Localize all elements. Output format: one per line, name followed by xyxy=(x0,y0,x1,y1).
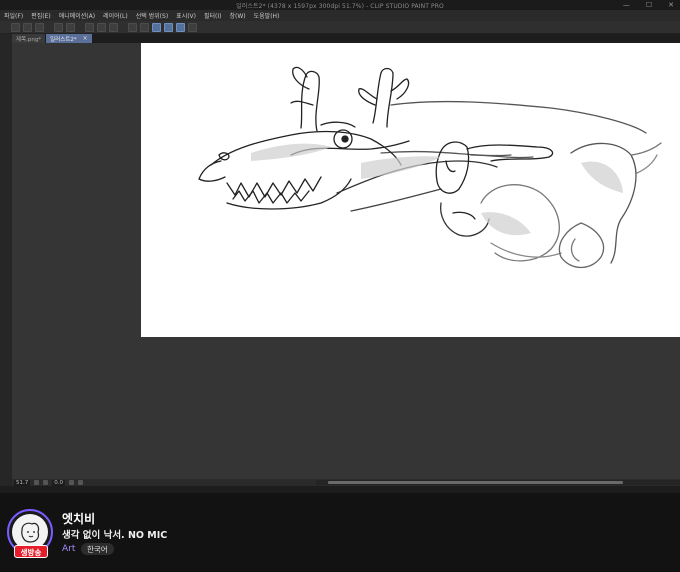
language-tag[interactable]: 한국어 xyxy=(81,543,114,555)
close-button[interactable]: ✕ xyxy=(668,1,674,9)
transform-icon[interactable] xyxy=(109,22,118,32)
grid-snap-icon[interactable] xyxy=(176,22,185,32)
invert-selection-icon[interactable] xyxy=(140,22,149,32)
zoom-in-icon[interactable] xyxy=(43,480,49,485)
menu-layer[interactable]: 레이어(L) xyxy=(103,11,128,20)
special-ruler-snap-icon[interactable] xyxy=(164,22,173,32)
rotate-left-icon[interactable] xyxy=(69,480,74,485)
clear-icon[interactable] xyxy=(85,22,94,32)
ruler-snap-icon[interactable] xyxy=(152,22,161,32)
minimize-button[interactable]: — xyxy=(623,1,630,9)
drawing-canvas[interactable] xyxy=(141,43,680,337)
menu-filter[interactable]: 필터(I) xyxy=(204,11,222,20)
canvas-workspace[interactable] xyxy=(12,43,680,479)
rotation-angle[interactable]: 0.0 xyxy=(52,479,65,486)
save-icon[interactable] xyxy=(35,22,44,32)
menu-file[interactable]: 파일(F) xyxy=(4,11,23,20)
live-badge: 생방송 xyxy=(14,545,48,558)
menu-selection[interactable]: 선택 범위(S) xyxy=(136,11,168,20)
tab-document-2[interactable]: 일러스트2* × xyxy=(46,34,92,43)
scrollbar-thumb[interactable] xyxy=(328,481,623,484)
tool-strip xyxy=(0,34,12,486)
rotate-right-icon[interactable] xyxy=(78,480,83,485)
menu-edit[interactable]: 편집(E) xyxy=(31,11,51,20)
tab-document-1[interactable]: 제목.png* xyxy=(12,34,46,43)
maximize-button[interactable]: ☐ xyxy=(646,1,652,9)
horizontal-scrollbar[interactable] xyxy=(316,480,680,485)
menu-view[interactable]: 표시(V) xyxy=(176,11,196,20)
menu-help[interactable]: 도움말(H) xyxy=(254,11,280,20)
tab-label: 제목.png* xyxy=(16,36,42,43)
window-controls: — ☐ ✕ xyxy=(623,1,674,9)
tab-label: 일러스트2* xyxy=(50,36,77,43)
menu-window[interactable]: 창(W) xyxy=(230,11,246,20)
redo-icon[interactable] xyxy=(66,22,75,32)
menu-bar: 파일(F) 편집(E) 애니메이션(A) 레이어(L) 선택 범위(S) 표시(… xyxy=(0,10,680,21)
stream-info-panel: 생방송 엣치비 생각 없이 낙서. NO MIC Art 한국어 xyxy=(0,493,680,572)
menu-animation[interactable]: 애니메이션(A) xyxy=(59,11,95,20)
category-link[interactable]: Art xyxy=(62,544,75,554)
zoom-out-icon[interactable] xyxy=(34,480,40,485)
title-bar: 일러스트2* (4378 x 1597px 300dpi 51.7%) - CL… xyxy=(0,0,680,10)
stream-title: 생각 없이 낙서. NO MIC xyxy=(62,530,168,541)
undo-icon[interactable] xyxy=(54,22,63,32)
command-bar xyxy=(0,21,680,34)
status-bar: 51.7 0.0 xyxy=(12,479,680,486)
new-file-icon[interactable] xyxy=(11,22,20,32)
channel-name[interactable]: 엣치비 xyxy=(62,510,95,527)
window-title: 일러스트2* (4378 x 1597px 300dpi 51.7%) - CL… xyxy=(236,2,444,10)
zoom-level[interactable]: 51.7 xyxy=(14,479,31,486)
deselect-icon[interactable] xyxy=(128,22,137,32)
fill-icon[interactable] xyxy=(97,22,106,32)
dragon-sketch xyxy=(198,66,662,269)
open-file-icon[interactable] xyxy=(23,22,32,32)
tab-close-icon[interactable]: × xyxy=(83,35,88,42)
document-tabs: 제목.png* 일러스트2* × xyxy=(12,34,92,43)
settings-icon[interactable] xyxy=(188,22,197,32)
